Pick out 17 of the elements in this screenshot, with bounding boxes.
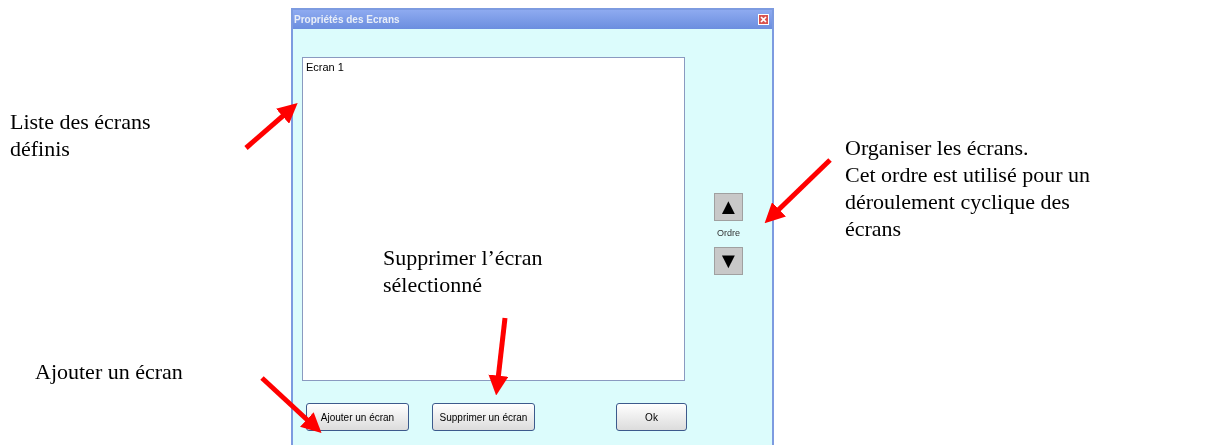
- close-button[interactable]: [758, 14, 769, 25]
- window-title: Propriétés des Ecrans: [294, 14, 400, 25]
- annotation-text: Liste des écrans définis: [10, 108, 152, 162]
- annotation-text: Supprimer l’écran sélectionné: [383, 244, 544, 298]
- order-label: Ordre: [717, 227, 740, 240]
- annotation-text: Organiser les écrans. Cet ordre est utilisé pour un déroulement cyclique des écrans: [845, 134, 1091, 242]
- arrow: [764, 158, 832, 224]
- move-down-button[interactable]: ▼: [714, 246, 743, 275]
- arrow: [260, 376, 322, 434]
- add-screen-button[interactable]: Ajouter un écran: [306, 403, 409, 431]
- move-up-button[interactable]: ▲: [714, 193, 743, 221]
- arrow: [244, 103, 298, 150]
- delete-screen-button[interactable]: Supprimer un écran: [432, 403, 535, 431]
- annotation-text: Ajouter un écran: [35, 358, 184, 385]
- list-item[interactable]: Ecran 1: [305, 60, 682, 74]
- ok-button[interactable]: Ok: [616, 403, 687, 431]
- close-icon: [760, 16, 767, 23]
